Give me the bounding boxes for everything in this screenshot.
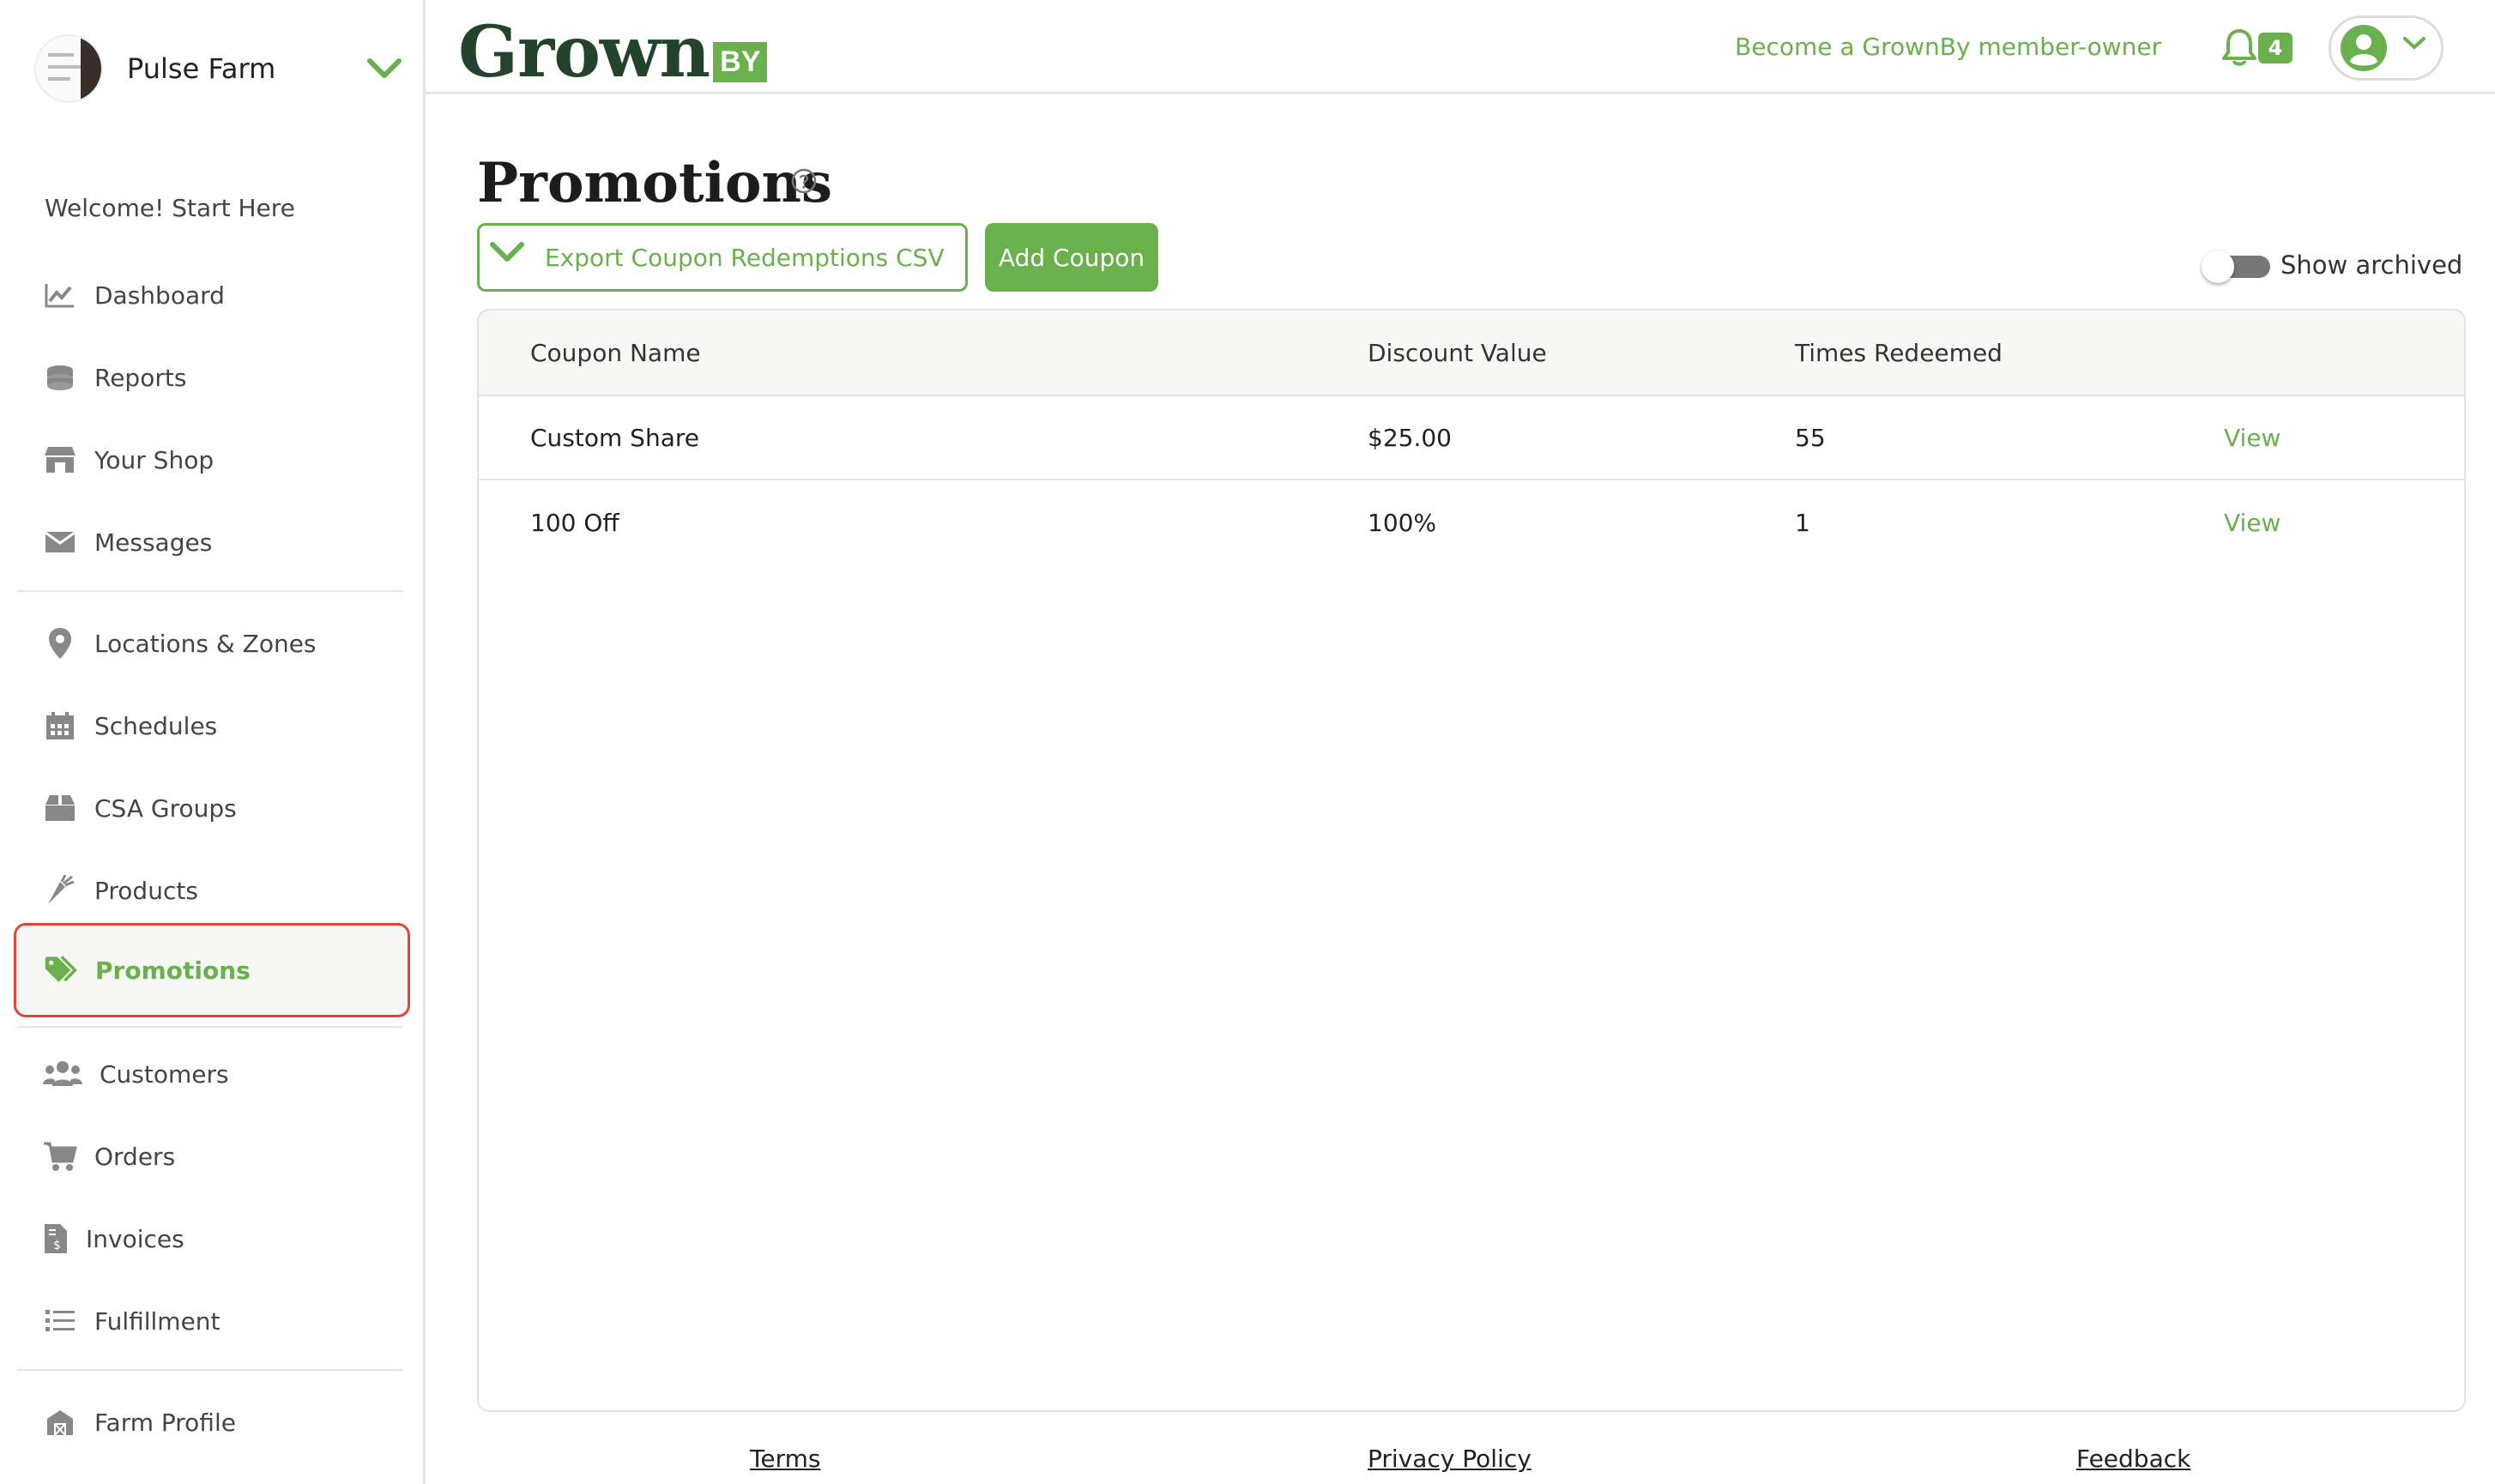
sidebar-item-csa-groups[interactable]: CSA Groups — [17, 774, 408, 842]
box-icon — [43, 791, 77, 825]
map-pin-icon — [43, 626, 77, 661]
calendar-icon — [43, 709, 77, 743]
farm-name: Pulse Farm — [127, 52, 276, 85]
view-coupon-link[interactable]: View — [2224, 396, 2281, 479]
times-redeemed: 1 — [1795, 508, 1810, 537]
cart-icon — [43, 1139, 77, 1173]
view-coupon-link[interactable]: View — [2224, 480, 2281, 564]
discount-value: 100% — [1368, 508, 1437, 537]
column-header-coupon-name[interactable]: Coupon Name — [530, 311, 701, 395]
grownby-logo[interactable]: Grown BY — [458, 5, 768, 91]
help-icon[interactable] — [791, 168, 817, 194]
sidebar-item-orders[interactable]: Orders — [17, 1122, 408, 1191]
envelope-icon — [43, 525, 77, 559]
add-coupon-button[interactable]: Add Coupon — [985, 223, 1158, 292]
user-menu-button[interactable] — [2329, 15, 2444, 81]
table-row: Custom Share $25.00 55 View — [479, 396, 2464, 480]
chevron-down-icon — [490, 240, 524, 274]
column-header-times-redeemed[interactable]: Times Redeemed — [1795, 311, 2003, 395]
sidebar-item-welcome[interactable]: Welcome! Start Here — [45, 194, 295, 222]
sidebar-item-fulfillment[interactable]: Fulfillment — [17, 1287, 408, 1355]
sidebar-item-schedules[interactable]: Schedules — [17, 691, 408, 760]
barn-icon — [43, 1405, 77, 1439]
users-icon — [43, 1057, 82, 1091]
bell-icon[interactable] — [2220, 27, 2262, 69]
chevron-down-icon[interactable] — [365, 50, 403, 87]
sidebar-divider — [17, 590, 403, 592]
list-icon — [43, 1304, 77, 1338]
sidebar-divider — [17, 1026, 403, 1028]
column-header-discount-value[interactable]: Discount Value — [1368, 311, 1547, 395]
notification-badge: 4 — [2258, 33, 2293, 63]
sidebar-item-dashboard[interactable]: Dashboard — [17, 261, 408, 329]
sidebar-item-messages[interactable]: Messages — [17, 508, 408, 576]
times-redeemed: 55 — [1795, 423, 1826, 452]
farm-switcher[interactable]: Pulse Farm — [34, 26, 403, 112]
page-title: Promotions — [477, 151, 833, 215]
table-row: 100 Off 100% 1 View — [479, 480, 2464, 564]
sidebar-item-products[interactable]: Products — [17, 856, 408, 925]
feedback-link[interactable]: Feedback — [2076, 1445, 2190, 1473]
sidebar-item-promotions[interactable]: Promotions — [14, 923, 410, 1017]
sidebar-item-farm-profile[interactable]: Farm Profile — [17, 1388, 408, 1457]
top-bar: Grown BY Become a GrownBy member-owner 4 — [426, 0, 2495, 94]
coins-icon — [43, 360, 77, 395]
sidebar-divider — [17, 1369, 403, 1371]
chart-icon — [43, 278, 77, 312]
coupon-name: Custom Share — [530, 423, 699, 452]
export-coupon-redemptions-button[interactable]: Export Coupon Redemptions CSV — [477, 223, 968, 292]
table-header: Coupon Name Discount Value Times Redeeme… — [479, 311, 2464, 396]
become-member-link[interactable]: Become a GrownBy member-owner — [1735, 33, 2161, 61]
coupons-table: Coupon Name Discount Value Times Redeeme… — [477, 309, 2466, 1412]
store-icon — [43, 443, 77, 477]
chevron-down-icon — [2401, 34, 2429, 62]
sidebar-item-your-shop[interactable]: Your Shop — [17, 425, 408, 494]
show-archived-toggle[interactable] — [2202, 250, 2272, 283]
sidebar-item-reports[interactable]: Reports — [17, 343, 408, 412]
user-avatar-icon — [2340, 24, 2388, 72]
farm-avatar — [34, 34, 103, 103]
show-archived-label: Show archived — [2281, 250, 2463, 280]
privacy-policy-link[interactable]: Privacy Policy — [1368, 1445, 1531, 1473]
tags-icon — [44, 953, 78, 987]
carrot-icon — [43, 873, 77, 908]
terms-link[interactable]: Terms — [750, 1445, 820, 1473]
sidebar-item-customers[interactable]: Customers — [17, 1040, 408, 1108]
sidebar-item-invoices[interactable]: $ Invoices — [17, 1204, 408, 1273]
sidebar: Pulse Farm Welcome! Start Here Dashboard… — [0, 0, 426, 1484]
coupon-name: 100 Off — [530, 508, 619, 537]
sidebar-item-locations-zones[interactable]: Locations & Zones — [17, 609, 408, 678]
discount-value: $25.00 — [1368, 423, 1452, 452]
svg-text:$: $ — [53, 1239, 61, 1252]
invoice-icon: $ — [43, 1222, 69, 1256]
